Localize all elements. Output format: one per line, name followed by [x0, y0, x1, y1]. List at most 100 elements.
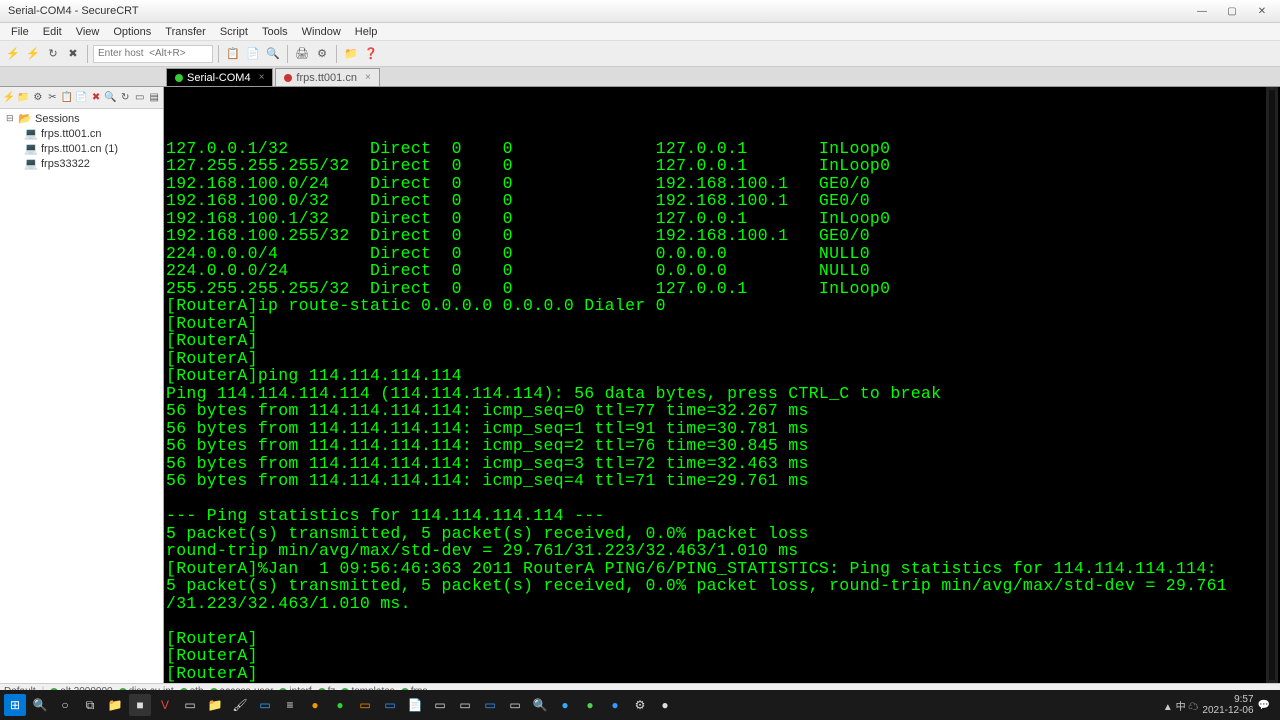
find-btn-icon[interactable]: 🔍: [104, 90, 118, 106]
task-cortana-icon[interactable]: ○: [54, 694, 76, 716]
properties-btn-icon[interactable]: ⚙: [31, 90, 45, 106]
terminal-line: 224.0.0.0/4 Direct 0 0 0.0.0.0 NULL0: [166, 245, 1278, 263]
task-app-icon[interactable]: 📄: [404, 694, 426, 716]
new-session-icon[interactable]: ⚡: [2, 90, 16, 106]
task-app-icon[interactable]: ▭: [379, 694, 401, 716]
task-settings-icon[interactable]: ⚙: [629, 694, 651, 716]
stack-icon[interactable]: ▤: [147, 90, 161, 106]
terminal-line: [RouterA]: [166, 630, 1278, 648]
titlebar: Serial-COM4 - SecureCRT ― ▢ ✕: [0, 0, 1280, 23]
copy-icon[interactable]: 📋: [224, 45, 242, 63]
task-app-icon[interactable]: ≡: [279, 694, 301, 716]
tab-serial-com4[interactable]: Serial-COM4 ×: [166, 68, 273, 86]
host-input[interactable]: [93, 45, 213, 63]
menu-transfer[interactable]: Transfer: [158, 26, 213, 38]
taskbar-clock[interactable]: 9:57 2021-12-06: [1202, 694, 1253, 716]
main-toolbar: ⚡ ⚡ ↻ ✖ 📋 📄 🔍 🖨 ⚙ 📁 ❓: [0, 41, 1280, 67]
new-folder-icon[interactable]: 📁: [17, 90, 31, 106]
cut-icon[interactable]: ✂: [46, 90, 60, 106]
task-app-icon[interactable]: 🖌: [229, 694, 251, 716]
tab-bar: Serial-COM4 × frps.tt001.cn ×: [0, 67, 1280, 87]
disconnect-icon[interactable]: ✖: [64, 45, 82, 63]
task-search-icon[interactable]: 🔍: [29, 694, 51, 716]
menu-window[interactable]: Window: [295, 26, 348, 38]
session-item[interactable]: 💻 frps.tt001.cn: [20, 126, 161, 141]
task-app-icon[interactable]: V: [154, 694, 176, 716]
close-button[interactable]: ✕: [1248, 3, 1276, 19]
connect-icon[interactable]: ⚡: [4, 45, 22, 63]
terminal-line: 56 bytes from 114.114.114.114: icmp_seq=…: [166, 472, 1278, 490]
terminal-line: [RouterA]ip route-static 0.0.0.0 0.0.0.0…: [166, 297, 1278, 315]
task-app-icon[interactable]: ●: [554, 694, 576, 716]
task-app-icon[interactable]: 🔍: [529, 694, 551, 716]
session-icon: 💻: [24, 157, 38, 170]
task-app-icon[interactable]: ▭: [454, 694, 476, 716]
terminal-line: [166, 490, 1278, 508]
refresh-icon[interactable]: ↻: [118, 90, 132, 106]
paste-btn-icon[interactable]: 📄: [75, 90, 89, 106]
task-app-icon[interactable]: ▭: [504, 694, 526, 716]
terminal-line: 56 bytes from 114.114.114.114: icmp_seq=…: [166, 420, 1278, 438]
task-app-icon[interactable]: ●: [304, 694, 326, 716]
terminal-line: /31.223/32.463/1.010 ms.: [166, 595, 1278, 613]
menu-view[interactable]: View: [69, 26, 107, 38]
menu-edit[interactable]: Edit: [36, 26, 69, 38]
task-app-icon[interactable]: ●: [654, 694, 676, 716]
scrollbar[interactable]: [1266, 87, 1278, 683]
separator: [287, 45, 288, 63]
system-tray[interactable]: ▲ 中 ☁ 9:57 2021-12-06 💬: [1163, 694, 1276, 716]
session-tree[interactable]: ⊟ 📂 Sessions 💻 frps.tt001.cn 💻 frps.tt00…: [0, 109, 163, 683]
find-icon[interactable]: 🔍: [264, 45, 282, 63]
tray-icons[interactable]: ▲ 中 ☁: [1163, 698, 1198, 713]
tab-close-icon[interactable]: ×: [259, 72, 265, 83]
menu-tools[interactable]: Tools: [255, 26, 295, 38]
copy-btn-icon[interactable]: 📋: [60, 90, 74, 106]
properties-icon[interactable]: ⚙: [313, 45, 331, 63]
maximize-button[interactable]: ▢: [1218, 3, 1246, 19]
task-view-icon[interactable]: ⧉: [79, 694, 101, 716]
task-app-icon[interactable]: ●: [329, 694, 351, 716]
session-item[interactable]: 💻 frps33322: [20, 156, 161, 171]
separator: [336, 45, 337, 63]
quick-connect-icon[interactable]: ⚡: [24, 45, 42, 63]
terminal-line: round-trip min/avg/max/std-dev = 29.761/…: [166, 542, 1278, 560]
task-app-icon[interactable]: ▭: [354, 694, 376, 716]
terminal-line: Ping 114.114.114.114 (114.114.114.114): …: [166, 385, 1278, 403]
minimize-button[interactable]: ―: [1188, 3, 1216, 19]
task-app-icon[interactable]: ▭: [179, 694, 201, 716]
session-icon: 💻: [24, 127, 38, 140]
session-item[interactable]: 💻 frps.tt001.cn (1): [20, 141, 161, 156]
terminal-line: [RouterA]: [166, 332, 1278, 350]
paste-icon[interactable]: 📄: [244, 45, 262, 63]
task-app-icon[interactable]: ▭: [254, 694, 276, 716]
reconnect-icon[interactable]: ↻: [44, 45, 62, 63]
terminal-line: [RouterA]%Jan 1 09:56:46:363 2011 Router…: [166, 560, 1278, 578]
terminal-line: 56 bytes from 114.114.114.114: icmp_seq=…: [166, 455, 1278, 473]
menu-options[interactable]: Options: [106, 26, 158, 38]
task-app-icon[interactable]: ■: [129, 694, 151, 716]
menu-script[interactable]: Script: [213, 26, 255, 38]
tab-close-icon[interactable]: ×: [365, 72, 371, 83]
session-icon[interactable]: 📁: [342, 45, 360, 63]
task-app-icon[interactable]: ●: [579, 694, 601, 716]
task-app-icon[interactable]: ●: [604, 694, 626, 716]
start-button[interactable]: ⊞: [4, 694, 26, 716]
tab-frps[interactable]: frps.tt001.cn ×: [275, 68, 379, 86]
help-icon[interactable]: ❓: [362, 45, 380, 63]
collapse-tree-icon[interactable]: ⊟: [6, 113, 15, 124]
task-app-icon[interactable]: 📁: [204, 694, 226, 716]
notifications-icon[interactable]: 💬: [1258, 700, 1270, 711]
menu-help[interactable]: Help: [348, 26, 385, 38]
terminal-line: [RouterA]: [166, 665, 1278, 683]
delete-icon[interactable]: ✖: [89, 90, 103, 106]
sidebar-toolbar: ⚡ 📁 ⚙ ✂ 📋 📄 ✖ 🔍 ↻ ▭ ▤: [0, 87, 163, 109]
collapse-icon[interactable]: ▭: [133, 90, 147, 106]
tree-root[interactable]: ⊟ 📂 Sessions: [2, 111, 161, 126]
terminal-line: 192.168.100.0/24 Direct 0 0 192.168.100.…: [166, 175, 1278, 193]
task-app-icon[interactable]: ▭: [429, 694, 451, 716]
menu-file[interactable]: File: [4, 26, 36, 38]
print-icon[interactable]: 🖨: [293, 45, 311, 63]
task-explorer-icon[interactable]: 📁: [104, 694, 126, 716]
terminal-output[interactable]: 127.0.0.1/32 Direct 0 0 127.0.0.1 InLoop…: [164, 87, 1280, 683]
task-app-icon[interactable]: ▭: [479, 694, 501, 716]
